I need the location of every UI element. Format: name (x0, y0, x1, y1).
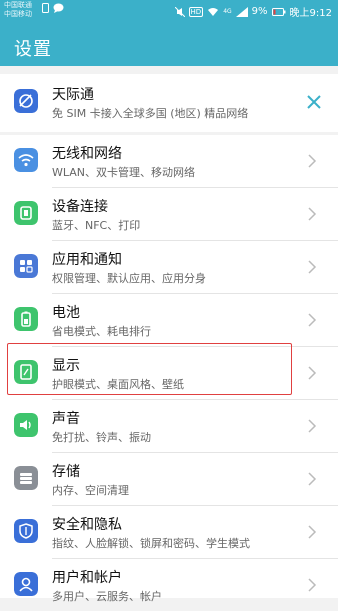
list-item-battery[interactable]: 电池 省电模式、耗电排行 (0, 294, 338, 346)
list-item-apps-notifications[interactable]: 应用和通知 权限管理、默认应用、应用分身 (0, 241, 338, 293)
storage-icon (14, 466, 38, 490)
close-icon[interactable] (304, 92, 324, 112)
promo-card[interactable]: 天际通 免 SIM 卡接入全球多国 (地区) 精品网络 (0, 74, 338, 132)
notification-icons (42, 3, 64, 13)
device-connect-icon (14, 201, 38, 225)
item-subtitle: 多用户、云服务、帐户 (52, 590, 162, 603)
item-title: 存储 (52, 464, 80, 480)
message-icon (53, 3, 64, 13)
app-header: 中国联通 中国移动 HD 4G 9% 晚上9:12 设置 (0, 0, 338, 66)
display-highlight-box (7, 343, 292, 395)
carrier-2: 中国移动 (4, 10, 32, 18)
chevron-right-icon (308, 472, 317, 486)
promo-title: 天际通 (52, 87, 94, 103)
clock: 晚上9:12 (289, 8, 332, 19)
list-item-security[interactable]: 安全和隐私 指纹、人脸解锁、锁屏和密码、学生模式 (0, 506, 338, 558)
item-title: 用户和帐户 (52, 570, 122, 586)
item-subtitle: 省电模式、耗电排行 (52, 325, 151, 338)
shield-icon (14, 519, 38, 543)
carrier-1: 中国联通 (4, 1, 32, 9)
battery-icon (14, 307, 38, 331)
item-title: 设备连接 (52, 199, 108, 215)
item-subtitle: 内存、空间清理 (52, 484, 129, 497)
chevron-right-icon (308, 260, 317, 274)
wifi-status-icon (208, 7, 219, 16)
chevron-right-icon (308, 366, 317, 380)
item-title: 无线和网络 (52, 146, 122, 162)
item-subtitle: WLAN、双卡管理、移动网络 (52, 166, 196, 179)
item-subtitle: 权限管理、默认应用、应用分身 (52, 272, 206, 285)
signal-icon (235, 6, 248, 17)
item-subtitle: 蓝牙、NFC、打印 (52, 219, 141, 232)
list-item-users-accounts[interactable]: 用户和帐户 多用户、云服务、帐户 (0, 559, 338, 611)
chevron-right-icon (308, 525, 317, 539)
list-item-storage[interactable]: 存储 内存、空间清理 (0, 453, 338, 505)
promo-subtitle: 免 SIM 卡接入全球多国 (地区) 精品网络 (52, 107, 249, 120)
skylink-globe-icon (14, 89, 38, 113)
carrier-labels: 中国联通 中国移动 (4, 1, 32, 19)
wifi-icon (14, 148, 38, 172)
status-bar: 中国联通 中国移动 HD 4G 9% 晚上9:12 (0, 0, 338, 22)
list-item-wireless[interactable]: 无线和网络 WLAN、双卡管理、移动网络 (0, 135, 338, 187)
item-title: 声音 (52, 411, 80, 427)
chevron-right-icon (308, 207, 317, 221)
item-subtitle: 免打扰、铃声、振动 (52, 431, 151, 444)
list-item-device-connection[interactable]: 设备连接 蓝牙、NFC、打印 (0, 188, 338, 240)
chevron-right-icon (308, 578, 317, 592)
chevron-right-icon (308, 313, 317, 327)
signal-tag: 4G (223, 8, 232, 15)
status-right: HD 4G 9% 晚上9:12 (174, 4, 332, 19)
sim-icon (42, 3, 49, 13)
chevron-right-icon (308, 154, 317, 168)
battery-percent: 9% (251, 6, 268, 17)
user-icon (14, 572, 38, 596)
chevron-right-icon (308, 419, 317, 433)
list-item-sound[interactable]: 声音 免打扰、铃声、振动 (0, 400, 338, 452)
page-title: 设置 (14, 39, 52, 60)
battery-status-icon (271, 7, 286, 16)
item-title: 电池 (52, 305, 80, 321)
item-title: 应用和通知 (52, 252, 122, 268)
promo-row[interactable]: 天际通 免 SIM 卡接入全球多国 (地区) 精品网络 (0, 76, 338, 128)
apps-grid-icon (14, 254, 38, 278)
hd-badge: HD (188, 6, 204, 17)
speaker-icon (14, 413, 38, 437)
item-title: 安全和隐私 (52, 517, 122, 533)
item-subtitle: 指纹、人脸解锁、锁屏和密码、学生模式 (52, 537, 250, 550)
mute-icon (174, 6, 185, 17)
